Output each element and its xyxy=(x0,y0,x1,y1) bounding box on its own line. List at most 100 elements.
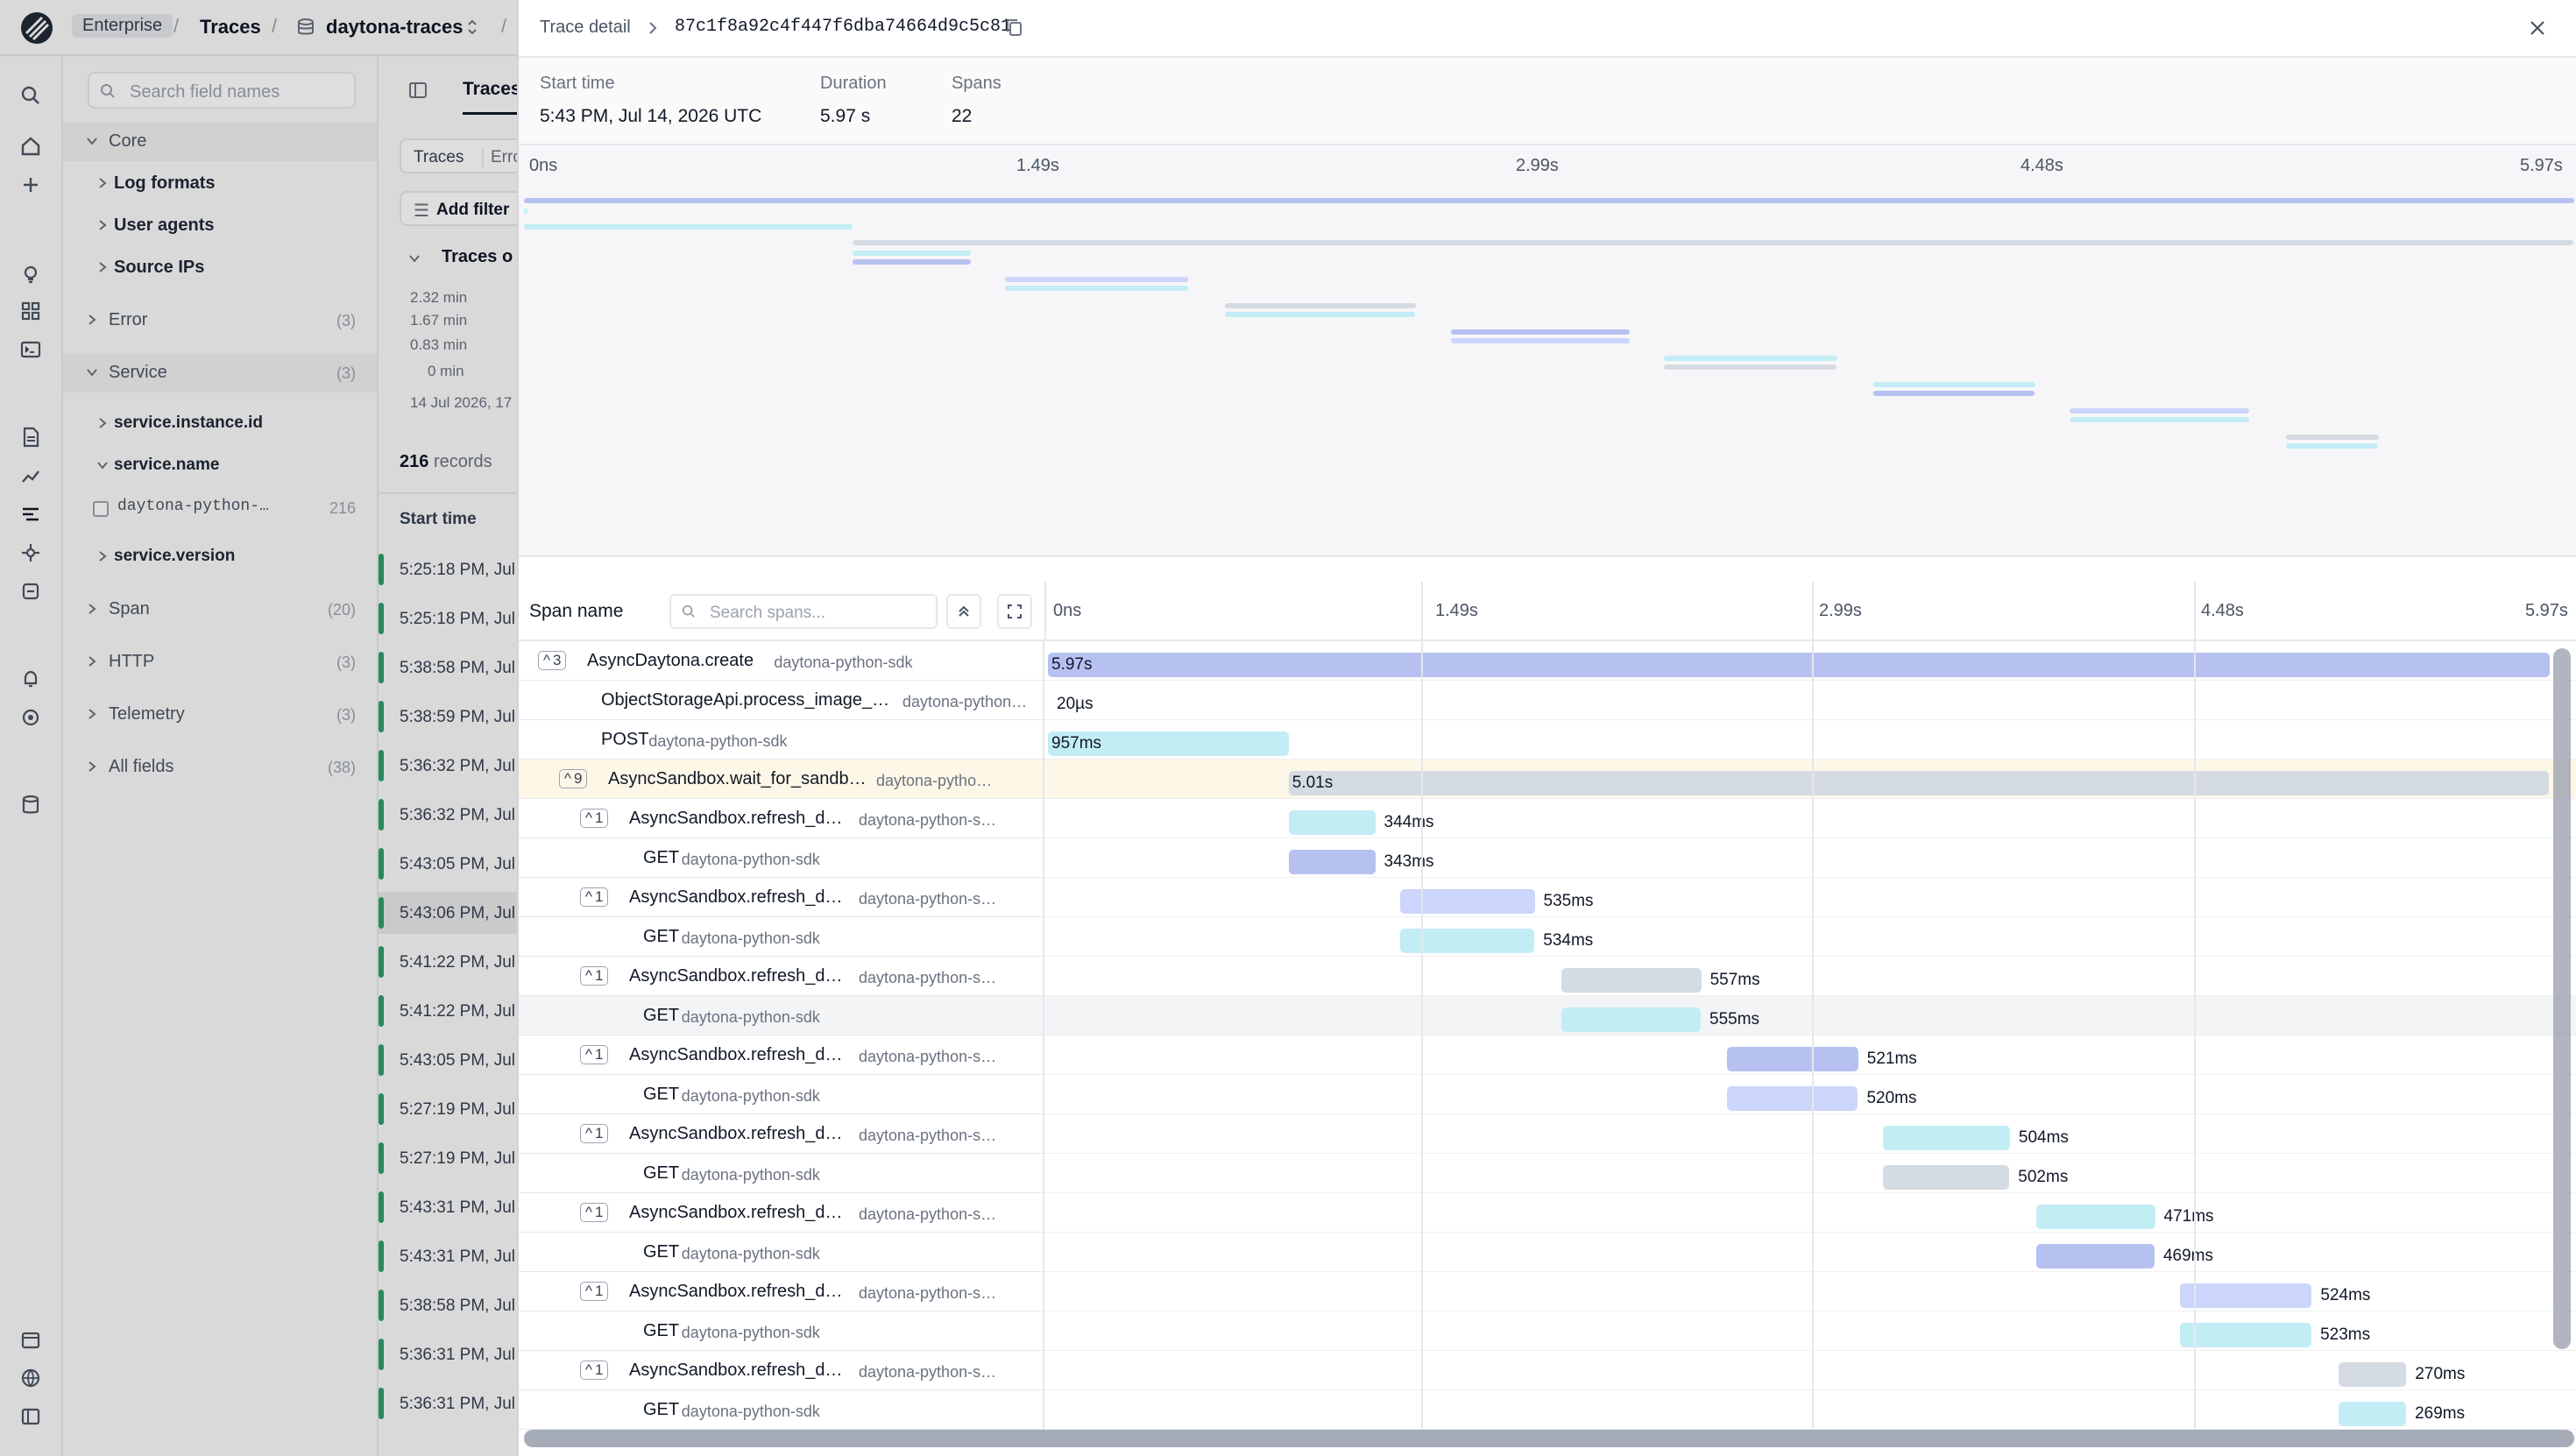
span-row[interactable]: ^ 1 AsyncSandbox.refresh_d… daytona-python-… xyxy=(519,1035,1043,1075)
trace-row[interactable]: 5:25:18 PM, Jul xyxy=(379,597,519,640)
span-bar[interactable] xyxy=(1289,850,1376,874)
span-row[interactable]: ^ 1 AsyncSandbox.refresh_d… daytona-python-… xyxy=(519,1114,1043,1154)
terminal-icon[interactable] xyxy=(19,338,42,361)
trace-row[interactable]: 5:27:19 PM, Jul xyxy=(379,1137,519,1179)
waterfall-row[interactable]: 344ms xyxy=(1044,799,2576,838)
trace-row[interactable]: 5:25:18 PM, Jul xyxy=(379,548,519,590)
waterfall-row[interactable]: 535ms xyxy=(1044,878,2576,917)
breadcrumb-dataset[interactable]: daytona-traces xyxy=(326,16,464,39)
collapse-toggle[interactable]: ^ 1 xyxy=(580,1124,609,1143)
collapse-toggle[interactable]: ^ 9 xyxy=(559,769,588,788)
waterfall-row[interactable]: 524ms xyxy=(1044,1272,2576,1311)
span-row[interactable]: GET daytona-python-sdk xyxy=(519,1233,1043,1272)
trace-minimap[interactable]: 0ns 1.49s 2.99s 4.48s 5.97s xyxy=(519,145,2576,557)
field-item-service-name[interactable]: service.name xyxy=(63,447,377,485)
bell-icon[interactable] xyxy=(19,668,42,690)
span-bar[interactable] xyxy=(1883,1165,2010,1190)
trace-row[interactable]: 5:41:22 PM, Jul xyxy=(379,941,519,983)
field-item-log-formats[interactable]: Log formats xyxy=(63,165,377,203)
collapse-toggle[interactable]: ^ 1 xyxy=(580,1203,609,1222)
tab-traces[interactable]: Traces xyxy=(463,79,519,115)
span-bar[interactable] xyxy=(2179,1283,2312,1308)
toggle-traces[interactable]: Traces xyxy=(414,148,464,167)
waterfall-row[interactable]: 343ms xyxy=(1044,838,2576,878)
waterfall-row[interactable]: 502ms xyxy=(1044,1154,2576,1193)
span-row[interactable]: GET daytona-python-sdk xyxy=(519,996,1043,1035)
trace-row[interactable]: 5:38:59 PM, Jul xyxy=(379,696,519,738)
horizontal-scrollbar[interactable] xyxy=(524,1430,2574,1447)
toggle-errors[interactable]: Erro xyxy=(482,148,519,167)
collapse-toggle[interactable]: ^ 1 xyxy=(580,1282,609,1301)
span-bar[interactable] xyxy=(1560,968,1702,993)
field-item-source-ips[interactable]: Source IPs xyxy=(63,249,377,287)
traces-icon[interactable] xyxy=(19,503,42,526)
span-row[interactable]: GET daytona-python-sdk xyxy=(519,1154,1043,1193)
collapse-all-button[interactable] xyxy=(946,594,981,629)
span-row[interactable]: GET daytona-python-sdk xyxy=(519,1390,1043,1430)
span-bar[interactable] xyxy=(1288,810,1376,835)
field-search-input[interactable]: Search field names xyxy=(88,72,356,109)
collapse-toggle[interactable]: ^ 3 xyxy=(538,651,567,670)
trace-row[interactable]: 5:43:31 PM, Jul xyxy=(379,1186,519,1228)
waterfall-row[interactable]: 5.01s xyxy=(1044,760,2576,799)
trace-row[interactable]: 5:38:58 PM, Jul xyxy=(379,1284,519,1326)
waterfall-row[interactable]: 269ms xyxy=(1044,1390,2576,1430)
trace-row[interactable]: 5:36:31 PM, Jul xyxy=(379,1382,519,1424)
field-item-service-instance-id[interactable]: service.instance.id xyxy=(63,405,377,443)
span-row[interactable]: GET daytona-python-sdk xyxy=(519,1075,1043,1114)
span-row[interactable]: GET daytona-python-sdk xyxy=(519,917,1043,957)
collapse-toggle[interactable]: ^ 1 xyxy=(580,966,609,986)
field-group-all-fields[interactable]: All fields (38) xyxy=(63,748,377,787)
span-bar[interactable] xyxy=(1727,1047,1858,1071)
collapse-toggle[interactable]: ^ 1 xyxy=(580,1361,609,1380)
expand-all-button[interactable] xyxy=(997,594,1032,629)
span-row[interactable]: ^ 1 AsyncSandbox.refresh_d… daytona-python-… xyxy=(519,1351,1043,1390)
span-row[interactable]: POST daytona-python-sdk xyxy=(519,720,1043,760)
span-row[interactable]: ObjectStorageApi.process_image_… daytona-… xyxy=(519,681,1043,720)
field-group-service[interactable]: Service (3) xyxy=(63,354,377,392)
waterfall-row[interactable]: 523ms xyxy=(1044,1311,2576,1351)
document-icon[interactable] xyxy=(19,426,42,449)
home-icon[interactable] xyxy=(19,135,42,158)
trace-row[interactable]: 5:38:58 PM, Jul xyxy=(379,647,519,689)
trace-row[interactable]: 5:43:05 PM, Jul xyxy=(379,843,519,885)
vertical-scrollbar[interactable] xyxy=(2553,648,2571,1349)
datasets-icon[interactable] xyxy=(19,794,42,816)
chevron-updown-icon[interactable] xyxy=(466,18,478,37)
search-icon[interactable] xyxy=(19,84,42,107)
collapse-toggle[interactable]: ^ 1 xyxy=(580,1045,609,1064)
span-bar[interactable] xyxy=(1048,653,2550,677)
span-bar[interactable] xyxy=(1399,889,1535,914)
waterfall-row[interactable]: 957ms xyxy=(1044,720,2576,760)
waterfall-row[interactable]: 534ms xyxy=(1044,917,2576,957)
trace-row[interactable]: 5:36:31 PM, Jul xyxy=(379,1333,519,1375)
span-bar[interactable] xyxy=(2036,1244,2155,1269)
span-row[interactable]: GET daytona-python-sdk xyxy=(519,1311,1043,1351)
waterfall-row[interactable]: 555ms xyxy=(1044,996,2576,1035)
lightbulb-icon[interactable] xyxy=(19,263,42,286)
field-group-http[interactable]: HTTP (3) xyxy=(63,643,377,682)
span-bar[interactable] xyxy=(1288,771,2550,795)
dashboard-icon[interactable] xyxy=(19,300,42,322)
waterfall-row[interactable]: 520ms xyxy=(1044,1075,2576,1114)
span-row[interactable]: ^ 1 AsyncSandbox.refresh_d… daytona-python-… xyxy=(519,957,1043,996)
field-value-row[interactable]: daytona-python-… 216 xyxy=(63,489,377,527)
span-bar[interactable] xyxy=(2338,1402,2407,1426)
settings-icon[interactable] xyxy=(19,706,42,729)
trace-row[interactable]: 5:36:32 PM, Jul xyxy=(379,794,519,836)
field-group-core[interactable]: Core xyxy=(63,123,377,161)
span-bar[interactable] xyxy=(2338,1362,2407,1387)
waterfall-row[interactable]: 270ms xyxy=(1044,1351,2576,1390)
span-row[interactable]: ^ 9 AsyncSandbox.wait_for_sandb… daytona-py… xyxy=(519,760,1043,799)
trace-row[interactable]: 5:27:19 PM, Jul xyxy=(379,1088,519,1130)
span-row[interactable]: GET daytona-python-sdk xyxy=(519,838,1043,878)
app-logo-icon[interactable] xyxy=(19,11,54,46)
waterfall-row[interactable]: 5.97s xyxy=(1044,641,2576,681)
panel-toggle-icon[interactable] xyxy=(408,81,428,100)
field-group-span[interactable]: Span (20) xyxy=(63,590,377,629)
field-group-error[interactable]: Error (3) xyxy=(63,301,377,340)
field-item-user-agents[interactable]: User agents xyxy=(63,207,377,245)
column-divider[interactable] xyxy=(1044,582,1046,641)
span-row[interactable]: ^ 1 AsyncSandbox.refresh_d… daytona-python-… xyxy=(519,799,1043,838)
span-bar[interactable] xyxy=(1560,1007,1702,1032)
